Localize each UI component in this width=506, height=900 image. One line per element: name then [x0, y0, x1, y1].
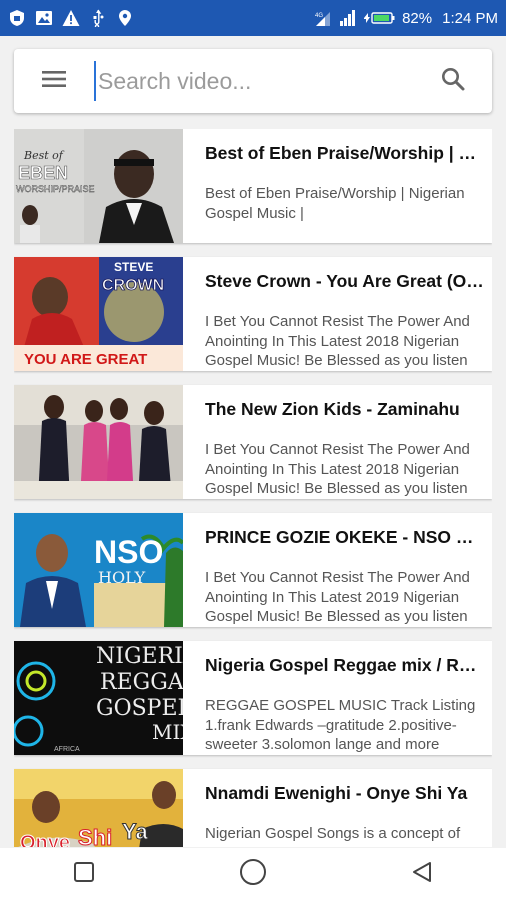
video-list: Best of EBEN WORSHIP/PRAISE Best of Eben… [14, 129, 492, 847]
location-icon [116, 9, 134, 27]
thumbnail-text: Shi [78, 825, 112, 847]
menu-button[interactable] [14, 49, 94, 113]
thumbnail-text: Onye [20, 832, 70, 847]
video-thumbnail [14, 385, 183, 499]
search-input[interactable] [94, 61, 414, 101]
thumbnail-text: GOSPEL [96, 696, 183, 721]
video-description: I Bet You Cannot Resist The Power And An… [205, 441, 470, 497]
recents-square-icon [72, 860, 96, 889]
video-title: The New Zion Kids - Zaminahu [205, 399, 460, 419]
thumbnail-text: YOU ARE GREAT [24, 351, 147, 368]
thumbnail-text: Ya [122, 819, 148, 844]
home-circle-icon [239, 858, 267, 891]
thumbnail-text: Best of [23, 149, 65, 162]
recents-button[interactable] [54, 848, 114, 900]
video-item[interactable]: STEVE CROWN YOU ARE GREAT Steve Crown - … [14, 257, 492, 371]
usb-icon [89, 9, 107, 27]
system-navigation-bar [0, 848, 506, 900]
video-thumbnail: Best of EBEN WORSHIP/PRAISE [14, 129, 183, 243]
video-thumbnail: NSO HOLY [14, 513, 183, 627]
video-thumbnail: NIGERIA REGGAE GOSPEL MIX AFRICA [14, 641, 183, 755]
thumbnail-text: AFRICA [54, 746, 80, 753]
search-button[interactable] [414, 49, 492, 113]
clock-time: 1:24 PM [442, 9, 498, 27]
video-title: Steve Crown - You Are Great (Official Vi… [205, 271, 484, 291]
image-icon [35, 9, 53, 27]
warning-icon [62, 9, 80, 27]
video-title: Nnamdi Ewenighi - Onye Shi Ya [205, 783, 468, 803]
video-item[interactable]: Best of EBEN WORSHIP/PRAISE Best of Eben… [14, 129, 492, 243]
battery-percent: 82% [402, 9, 433, 27]
thumbnail-text: CROWN [102, 277, 164, 294]
video-thumbnail: Onye Shi Ya [14, 769, 183, 847]
thumbnail-text: EBEN [18, 163, 68, 183]
video-description: I Bet You Cannot Resist The Power And An… [205, 313, 470, 369]
back-button[interactable] [392, 848, 452, 900]
thumbnail-text: REGGAE [100, 670, 183, 695]
hamburger-menu-icon [41, 69, 67, 94]
video-description: Best of Eben Praise/Worship | Nigerian G… [205, 185, 465, 222]
video-title: Nigeria Gospel Reggae mix / Reggae Gospe… [205, 655, 484, 675]
home-button[interactable] [223, 848, 283, 900]
thumbnail-text: HOLY [98, 568, 146, 587]
status-bar: 4G 82% 1:24 PM [0, 0, 506, 36]
video-thumbnail: STEVE CROWN YOU ARE GREAT [14, 257, 183, 371]
thumbnail-text: NIGERIA [96, 644, 183, 669]
thumbnail-text: NSO [94, 534, 163, 570]
video-description: I Bet You Cannot Resist The Power And An… [205, 569, 470, 625]
cell-signal-icon [338, 9, 356, 27]
back-triangle-icon [410, 860, 434, 889]
battery-icon [362, 9, 396, 27]
video-description: Nigerian Gospel Songs is a concept of Pr… [205, 825, 480, 847]
shield-icon [8, 9, 26, 27]
search-icon [440, 66, 466, 97]
video-item[interactable]: NIGERIA REGGAE GOSPEL MIX AFRICA Nigeria… [14, 641, 492, 755]
thumbnail-text: WORSHIP/PRAISE [16, 184, 95, 194]
video-item[interactable]: NSO HOLY PRINCE GOZIE OKEKE - NSO HOLY I… [14, 513, 492, 627]
system-status: 4G 82% 1:24 PM [314, 9, 498, 27]
wifi-signal-icon: 4G [314, 9, 332, 27]
video-title: Best of Eben Praise/Worship | Nigerian G… [205, 143, 484, 163]
thumbnail-text: MIX [152, 720, 183, 744]
search-bar [14, 49, 492, 113]
video-description: REGGAE GOSPEL MUSIC Track Listing 1.fran… [205, 697, 476, 753]
video-title: PRINCE GOZIE OKEKE - NSO HOLY [205, 527, 484, 547]
notification-icons [8, 9, 134, 27]
svg-text:4G: 4G [315, 13, 323, 19]
video-item[interactable]: The New Zion Kids - Zaminahu I Bet You C… [14, 385, 492, 499]
video-item[interactable]: Onye Shi Ya Nnamdi Ewenighi - Onye Shi Y… [14, 769, 492, 847]
thumbnail-text: STEVE [114, 260, 153, 274]
